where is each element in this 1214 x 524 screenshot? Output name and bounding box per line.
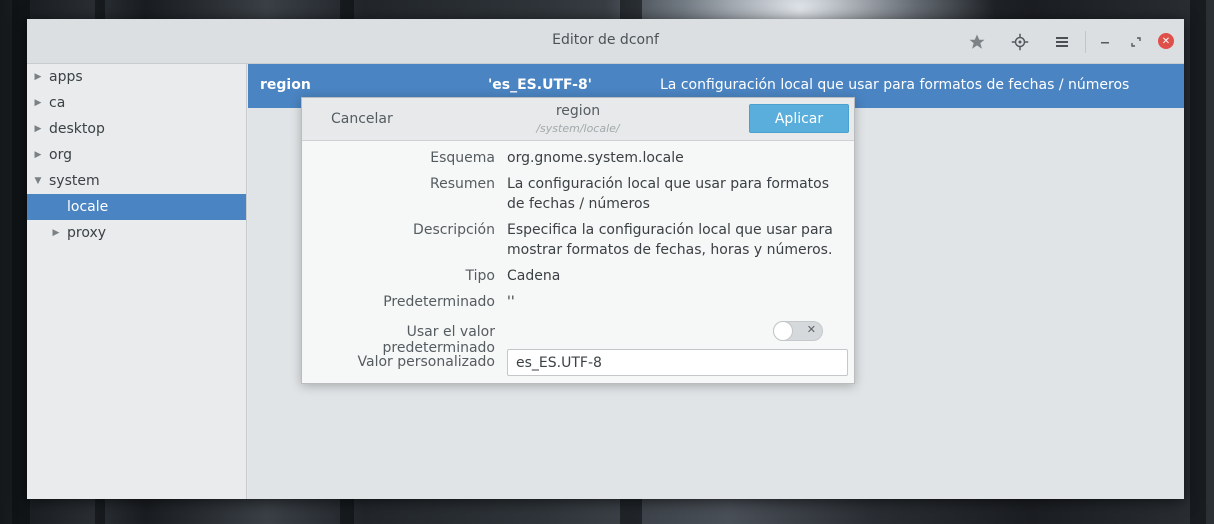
minimize-icon[interactable] <box>1093 30 1117 54</box>
target-icon[interactable] <box>1008 30 1032 54</box>
switch-knob <box>773 321 793 341</box>
apply-button[interactable]: Aplicar <box>749 104 849 133</box>
expander-right-icon[interactable]: ▶ <box>32 116 44 142</box>
custom-value-label: Valor personalizado <box>357 354 495 370</box>
close-icon[interactable]: ✕ <box>1158 33 1174 49</box>
key-name: region <box>260 77 311 93</box>
hamburger-menu-icon[interactable] <box>1050 30 1074 54</box>
default-label: Predeterminado <box>383 294 495 310</box>
expander-right-icon[interactable]: ▶ <box>50 220 62 246</box>
tree-item-label: system <box>49 173 100 189</box>
use-default-label: Usar el valor predeterminado <box>382 324 496 356</box>
tree-item-desktop[interactable]: ▶ desktop <box>27 116 246 142</box>
custom-value-field[interactable] <box>507 349 848 376</box>
schema-tree: ▶ apps ▶ ca ▶ desktop ▶ org ▼ system loc… <box>27 64 247 499</box>
expander-right-icon[interactable]: ▶ <box>32 90 44 116</box>
tree-item-label: apps <box>49 69 83 85</box>
default-value: '' <box>507 294 515 310</box>
description-value: Especifica la configuración local que us… <box>507 222 833 258</box>
tree-item-system[interactable]: ▼ system <box>27 168 246 194</box>
close-icon: ✕ <box>806 323 816 336</box>
header-separator <box>1085 31 1086 53</box>
star-icon[interactable] <box>965 30 989 54</box>
tree-item-ca[interactable]: ▶ ca <box>27 90 246 116</box>
schema-value: org.gnome.system.locale <box>507 150 684 166</box>
tree-item-apps[interactable]: ▶ apps <box>27 64 246 90</box>
type-value: Cadena <box>507 268 561 284</box>
type-label: Tipo <box>465 268 495 284</box>
tree-item-org[interactable]: ▶ org <box>27 142 246 168</box>
key-value: 'es_ES.UTF-8' <box>488 77 592 93</box>
summary-value: La configuración local que usar para for… <box>507 176 830 212</box>
description-label: Descripción <box>413 222 495 238</box>
summary-label: Resumen <box>429 176 495 192</box>
expander-down-icon[interactable]: ▼ <box>32 168 44 194</box>
tree-item-label: desktop <box>49 121 105 137</box>
tree-item-proxy[interactable]: ▶ proxy <box>27 220 246 246</box>
tree-item-label: proxy <box>67 225 107 241</box>
tree-item-label: org <box>49 147 72 163</box>
expander-right-icon[interactable]: ▶ <box>32 64 44 90</box>
key-editor-dialog: Cancelar region /system/locale/ Aplicar … <box>301 97 855 384</box>
schema-label: Esquema <box>430 150 495 166</box>
tree-trunk <box>1190 0 1206 524</box>
use-default-switch[interactable]: ✕ <box>773 321 823 341</box>
maximize-icon[interactable] <box>1124 30 1148 54</box>
tree-item-label: ca <box>49 95 66 111</box>
dialog-header: Cancelar region /system/locale/ Aplicar <box>302 98 854 141</box>
key-summary: La configuración local que usar para for… <box>660 77 1130 93</box>
header-bar: Editor de dconf ✕ <box>27 19 1184 64</box>
tree-item-label: locale <box>67 199 109 215</box>
tree-item-locale[interactable]: locale <box>27 194 246 220</box>
expander-right-icon[interactable]: ▶ <box>32 142 44 168</box>
